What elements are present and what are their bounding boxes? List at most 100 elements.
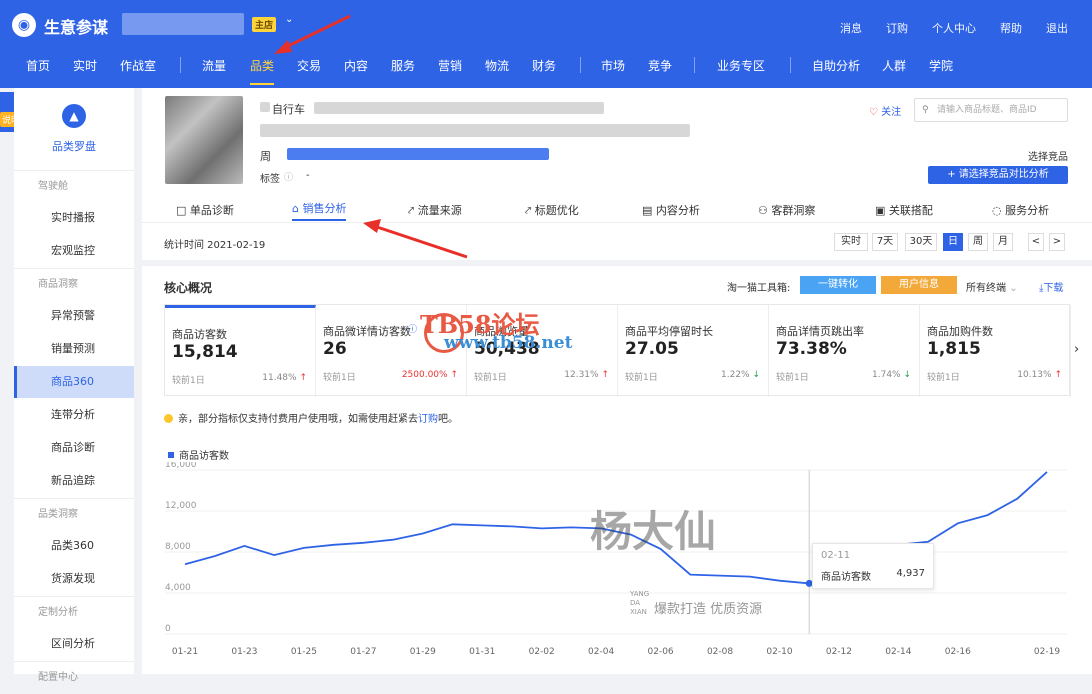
- shop-badge: 主店: [252, 17, 277, 32]
- time-button-4[interactable]: 周: [968, 233, 988, 251]
- time-button-2[interactable]: 30天: [905, 233, 937, 251]
- help-icon[interactable]: ⓘ: [408, 322, 417, 335]
- nav-separator: [790, 57, 791, 73]
- sidebar-item-3-0[interactable]: 区间分析: [14, 628, 134, 660]
- metric-label: 商品微详情访客数: [323, 325, 411, 338]
- sidebar-item-1-5[interactable]: 新品追踪: [14, 465, 134, 497]
- info-icon[interactable]: ⓘ: [284, 170, 293, 183]
- download-button[interactable]: ⤓下载: [1039, 279, 1063, 294]
- shop-name-blurred[interactable]: [122, 13, 244, 35]
- metric-card-4[interactable]: 商品详情页跳出率 73.38% 较前1日 1.74% ↓: [769, 305, 920, 397]
- top-link-4[interactable]: 退出: [1046, 20, 1068, 36]
- tab-icon: ⌂: [292, 202, 303, 215]
- nav-item-3[interactable]: 流量: [202, 55, 226, 85]
- top-link-0[interactable]: 消息: [840, 20, 862, 36]
- tab-label: 单品诊断: [189, 204, 234, 217]
- product-link-blurred[interactable]: [287, 148, 549, 160]
- sidebar-item-2-0[interactable]: 品类360: [14, 530, 134, 562]
- metric-card-3[interactable]: 商品平均停留时长 27.05 较前1日 1.22% ↓: [618, 305, 769, 397]
- subscribe-link[interactable]: 订购: [418, 414, 438, 425]
- nav-item-5[interactable]: 交易: [297, 55, 321, 85]
- top-link-2[interactable]: 个人中心: [932, 20, 976, 36]
- metric-value: 15,814: [172, 342, 238, 362]
- nav-item-4[interactable]: 品类: [250, 55, 275, 85]
- sidebar-item-1-2[interactable]: 商品360: [14, 366, 134, 398]
- nav-item-2[interactable]: 作战室: [120, 55, 156, 85]
- tab-label: 服务分析: [1005, 204, 1050, 217]
- metric-change: 11.48% ↑: [262, 373, 307, 383]
- tab-6[interactable]: ▣ 关联搭配: [875, 202, 933, 218]
- nav-item-16[interactable]: 学院: [929, 55, 953, 85]
- nav-item-10[interactable]: 财务: [532, 55, 556, 85]
- metric-change: 10.13% ↑: [1017, 370, 1062, 380]
- tab-icon: ▤: [642, 204, 656, 217]
- sidebar-item-0-1[interactable]: 宏观监控: [14, 235, 134, 267]
- tab-icon: ▣: [875, 204, 889, 217]
- follow-button[interactable]: ♡ 关注: [869, 103, 901, 118]
- top-link-1[interactable]: 订购: [886, 20, 908, 36]
- chart-legend[interactable]: 商品访客数: [168, 447, 229, 462]
- terminal-select[interactable]: 所有终端 ⌄: [966, 279, 1018, 294]
- tab-1[interactable]: ⌂ 销售分析: [292, 200, 347, 221]
- tab-label: 标题优化: [534, 204, 579, 217]
- top-link-3[interactable]: 帮助: [1000, 20, 1022, 36]
- tab-icon: □: [176, 204, 190, 217]
- nav-item-15[interactable]: 人群: [882, 55, 906, 85]
- nav-separator: [694, 57, 695, 73]
- compare-label: 较前1日: [776, 373, 809, 383]
- time-button-7[interactable]: >: [1049, 233, 1065, 251]
- tab-5[interactable]: ⚇ 客群洞察: [758, 202, 815, 218]
- compare-competitor-button[interactable]: + 请选择竞品对比分析: [928, 166, 1068, 184]
- arrow-up-icon: ↑: [1051, 370, 1062, 380]
- x-tick-label: 02-06: [648, 647, 674, 657]
- product-search-input[interactable]: ⚲ 请输入商品标题、商品ID: [914, 98, 1068, 122]
- time-button-5[interactable]: 月: [993, 233, 1013, 251]
- x-tick-label: 02-08: [707, 647, 733, 657]
- time-button-3[interactable]: 日: [943, 233, 963, 251]
- nav-item-8[interactable]: 营销: [438, 55, 462, 85]
- visitor-line-chart[interactable]: 0 4,000 8,000 12,000 16,000 01-21 01-23 01-25 01…: [142, 462, 1092, 674]
- x-tick-label: 01-25: [291, 647, 317, 657]
- chevron-down-icon[interactable]: ⌄: [285, 14, 293, 25]
- y-tick-label: 16,000: [165, 462, 197, 470]
- tab-2[interactable]: ⤤ 流量来源: [408, 202, 462, 218]
- x-tick-label: 02-12: [826, 647, 852, 657]
- time-button-6[interactable]: <: [1028, 233, 1044, 251]
- nav-item-1[interactable]: 实时: [73, 55, 97, 85]
- nav-item-11[interactable]: 市场: [601, 55, 625, 85]
- sidebar-item-0-0[interactable]: 实时播报: [14, 202, 134, 234]
- analysis-tabs: □ 单品诊断 ⌂ 销售分析 ⤤ 流量来源 ⤤ 标题优化 ▤ 内容分析 ⚇ 客群洞察 ▣ 关联…: [142, 194, 1092, 222]
- nav-item-6[interactable]: 内容: [344, 55, 368, 85]
- convert-button[interactable]: 一键转化: [800, 276, 876, 294]
- nav-item-14[interactable]: 自助分析: [812, 55, 860, 85]
- tab-7[interactable]: ◌ 服务分析: [992, 202, 1049, 218]
- user-info-button[interactable]: 用户信息: [881, 276, 957, 294]
- metric-card-0[interactable]: 商品访客数 15,814 较前1日 11.48% ↑: [165, 305, 316, 397]
- app-title[interactable]: 生意参谋: [44, 14, 108, 38]
- compass-logo-icon[interactable]: ◉: [12, 13, 36, 37]
- x-tick-label: 02-16: [945, 647, 971, 657]
- arrow-down-icon: ↓: [900, 370, 911, 380]
- metric-card-5[interactable]: 商品加购件数 1,815 较前1日 10.13% ↑: [920, 305, 1071, 397]
- nav-item-7[interactable]: 服务: [391, 55, 415, 85]
- sidebar-item-1-0[interactable]: 异常预警: [14, 300, 134, 332]
- sidebar-item-1-1[interactable]: 销量预测: [14, 333, 134, 365]
- nav-item-0[interactable]: 首页: [26, 55, 50, 85]
- chevron-right-icon[interactable]: ›: [1074, 342, 1079, 357]
- sidebar-item-1-3[interactable]: 连带分析: [14, 399, 134, 431]
- nav-item-9[interactable]: 物流: [485, 55, 509, 85]
- time-button-1[interactable]: 7天: [872, 233, 898, 251]
- product-panel: 自行车 周 标签 ⓘ - ♡ 关注 ⚲ 请输入商品标题、商品ID 选择竞品 + 请…: [142, 88, 1092, 260]
- tab-4[interactable]: ▤ 内容分析: [642, 202, 700, 218]
- nav-item-13[interactable]: 业务专区: [717, 55, 765, 85]
- tab-3[interactable]: ⤤ 标题优化: [525, 202, 579, 218]
- product-thumbnail[interactable]: [165, 96, 243, 184]
- change-value: 12.31%: [564, 370, 599, 380]
- sidebar-item-1-4[interactable]: 商品诊断: [14, 432, 134, 464]
- tab-0[interactable]: □ 单品诊断: [176, 202, 234, 218]
- sidebar-item-2-1[interactable]: 货源发现: [14, 563, 134, 595]
- x-tick-label: 02-10: [766, 647, 792, 657]
- time-button-0[interactable]: 实时: [834, 233, 868, 251]
- metric-label: 商品加购件数: [927, 325, 993, 338]
- nav-item-12[interactable]: 竞争: [648, 55, 672, 85]
